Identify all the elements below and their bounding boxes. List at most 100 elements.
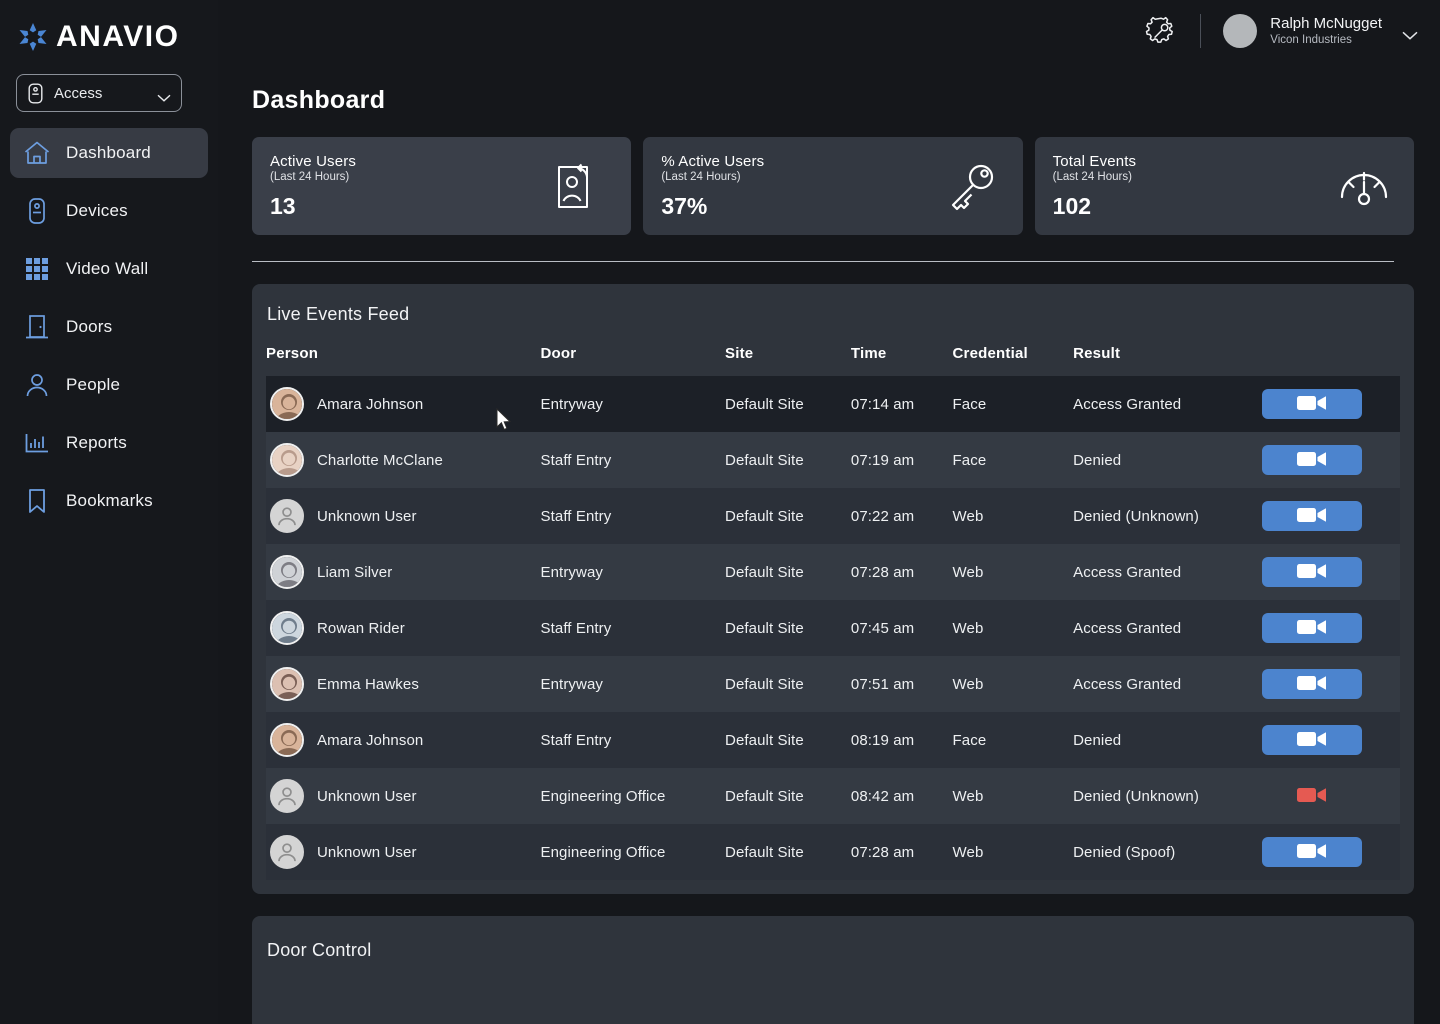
camera-icon bbox=[1297, 674, 1327, 695]
door-control-panel: Door Control bbox=[252, 916, 1414, 1024]
view-camera-button[interactable] bbox=[1262, 725, 1362, 755]
page-title: Dashboard bbox=[252, 86, 1414, 115]
cell-result: Denied (Unknown) bbox=[1073, 488, 1262, 544]
column-header-camera bbox=[1262, 345, 1400, 376]
column-header-credential[interactable]: Credential bbox=[953, 345, 1074, 376]
table-row[interactable]: Amara JohnsonStaff EntryDefault Site08:1… bbox=[266, 712, 1400, 768]
stat-card-active-users[interactable]: Active Users (Last 24 Hours) 13 bbox=[252, 137, 631, 235]
cell-camera bbox=[1262, 600, 1400, 656]
table-row[interactable]: Rowan RiderStaff EntryDefault Site07:45 … bbox=[266, 600, 1400, 656]
camera-icon bbox=[1297, 450, 1327, 471]
cell-person: Unknown User bbox=[266, 768, 541, 824]
stat-card-total-events[interactable]: Total Events (Last 24 Hours) 102 bbox=[1035, 137, 1414, 235]
cell-site: Default Site bbox=[725, 768, 851, 824]
app-root: ANAVIO Access bbox=[0, 0, 1440, 1024]
gauge-icon bbox=[1336, 161, 1392, 213]
cell-result: Access Granted bbox=[1073, 656, 1262, 712]
sidebar-item-doors[interactable]: Doors bbox=[10, 302, 208, 352]
column-header-person[interactable]: Person bbox=[266, 345, 541, 376]
cell-site: Default Site bbox=[725, 656, 851, 712]
view-camera-button[interactable] bbox=[1262, 613, 1362, 643]
view-camera-button[interactable] bbox=[1262, 837, 1362, 867]
cell-credential: Web bbox=[953, 824, 1074, 880]
view-camera-button[interactable] bbox=[1262, 669, 1362, 699]
cell-site: Default Site bbox=[725, 824, 851, 880]
sidebar-item-dashboard[interactable]: Dashboard bbox=[10, 128, 208, 178]
table-row[interactable]: Charlotte McClaneStaff EntryDefault Site… bbox=[266, 432, 1400, 488]
cell-credential: Web bbox=[953, 544, 1074, 600]
table-row[interactable]: Emma HawkesEntrywayDefault Site07:51 amW… bbox=[266, 656, 1400, 712]
stat-card-percent-active-users[interactable]: % Active Users (Last 24 Hours) 37% bbox=[643, 137, 1022, 235]
cell-time: 08:19 am bbox=[851, 712, 953, 768]
sidebar-item-reports[interactable]: Reports bbox=[10, 418, 208, 468]
table-row[interactable]: Unknown UserStaff EntryDefault Site07:22… bbox=[266, 488, 1400, 544]
cell-door: Staff Entry bbox=[541, 432, 726, 488]
cell-time: 07:28 am bbox=[851, 544, 953, 600]
view-camera-button[interactable] bbox=[1262, 389, 1362, 419]
sidebar-item-bookmarks[interactable]: Bookmarks bbox=[10, 476, 208, 526]
device-icon bbox=[22, 196, 52, 226]
stat-cards: Active Users (Last 24 Hours) 13 % Active… bbox=[252, 137, 1414, 235]
sidebar-item-people[interactable]: People bbox=[10, 360, 208, 410]
brand-logo[interactable]: ANAVIO bbox=[0, 0, 218, 60]
cell-credential: Web bbox=[953, 488, 1074, 544]
avatar bbox=[270, 555, 304, 589]
cell-result: Denied (Unknown) bbox=[1073, 768, 1262, 824]
cell-person: Unknown User bbox=[266, 488, 541, 544]
person-name: Rowan Rider bbox=[317, 620, 405, 637]
person-name: Liam Silver bbox=[317, 564, 392, 581]
cell-person: Amara Johnson bbox=[266, 376, 541, 432]
cell-person: Amara Johnson bbox=[266, 712, 541, 768]
table-row[interactable]: Unknown UserEngineering OfficeDefault Si… bbox=[266, 824, 1400, 880]
view-camera-button[interactable] bbox=[1262, 501, 1362, 531]
cell-credential: Face bbox=[953, 712, 1074, 768]
grid-icon bbox=[22, 254, 52, 284]
person-icon bbox=[22, 370, 52, 400]
cell-door: Entryway bbox=[541, 544, 726, 600]
view-camera-button[interactable] bbox=[1262, 557, 1362, 587]
person-name: Unknown User bbox=[317, 788, 417, 805]
cell-person: Emma Hawkes bbox=[266, 656, 541, 712]
brand-name: ANAVIO bbox=[56, 20, 179, 54]
cell-time: 07:45 am bbox=[851, 600, 953, 656]
camera-icon bbox=[1297, 842, 1327, 863]
bookmark-icon bbox=[22, 486, 52, 516]
anavio-star-icon bbox=[16, 20, 50, 54]
cell-person: Rowan Rider bbox=[266, 600, 541, 656]
view-camera-button[interactable] bbox=[1262, 781, 1362, 811]
camera-icon bbox=[1297, 394, 1327, 415]
cell-credential: Web bbox=[953, 656, 1074, 712]
panel-title: Live Events Feed bbox=[267, 304, 1400, 325]
sidebar-item-label: Video Wall bbox=[66, 259, 148, 279]
section-divider bbox=[252, 261, 1394, 262]
cell-person: Charlotte McClane bbox=[266, 432, 541, 488]
sidebar-item-label: Dashboard bbox=[66, 143, 151, 163]
column-header-door[interactable]: Door bbox=[541, 345, 726, 376]
person-name: Amara Johnson bbox=[317, 396, 423, 413]
cell-site: Default Site bbox=[725, 376, 851, 432]
table-row[interactable]: Unknown UserEngineering OfficeDefault Si… bbox=[266, 768, 1400, 824]
sidebar-item-video-wall[interactable]: Video Wall bbox=[10, 244, 208, 294]
cell-camera bbox=[1262, 488, 1400, 544]
org-selector-label: Access bbox=[54, 85, 157, 102]
sidebar-item-label: Doors bbox=[66, 317, 112, 337]
column-header-site[interactable]: Site bbox=[725, 345, 851, 376]
avatar bbox=[270, 443, 304, 477]
cell-site: Default Site bbox=[725, 712, 851, 768]
cell-result: Denied (Spoof) bbox=[1073, 824, 1262, 880]
table-row[interactable]: Liam SilverEntrywayDefault Site07:28 amW… bbox=[266, 544, 1400, 600]
cell-time: 07:14 am bbox=[851, 376, 953, 432]
cell-result: Access Granted bbox=[1073, 600, 1262, 656]
sidebar-item-devices[interactable]: Devices bbox=[10, 186, 208, 236]
camera-icon bbox=[1297, 506, 1327, 527]
column-header-result[interactable]: Result bbox=[1073, 345, 1262, 376]
person-name: Unknown User bbox=[317, 508, 417, 525]
view-camera-button[interactable] bbox=[1262, 445, 1362, 475]
camera-icon bbox=[1297, 562, 1327, 583]
sidebar-item-label: Reports bbox=[66, 433, 127, 453]
panel-title: Door Control bbox=[267, 940, 1400, 961]
org-selector[interactable]: Access bbox=[16, 74, 182, 112]
table-row[interactable]: Amara JohnsonEntrywayDefault Site07:14 a… bbox=[266, 376, 1400, 432]
column-header-time[interactable]: Time bbox=[851, 345, 953, 376]
user-badge-icon bbox=[553, 161, 609, 213]
